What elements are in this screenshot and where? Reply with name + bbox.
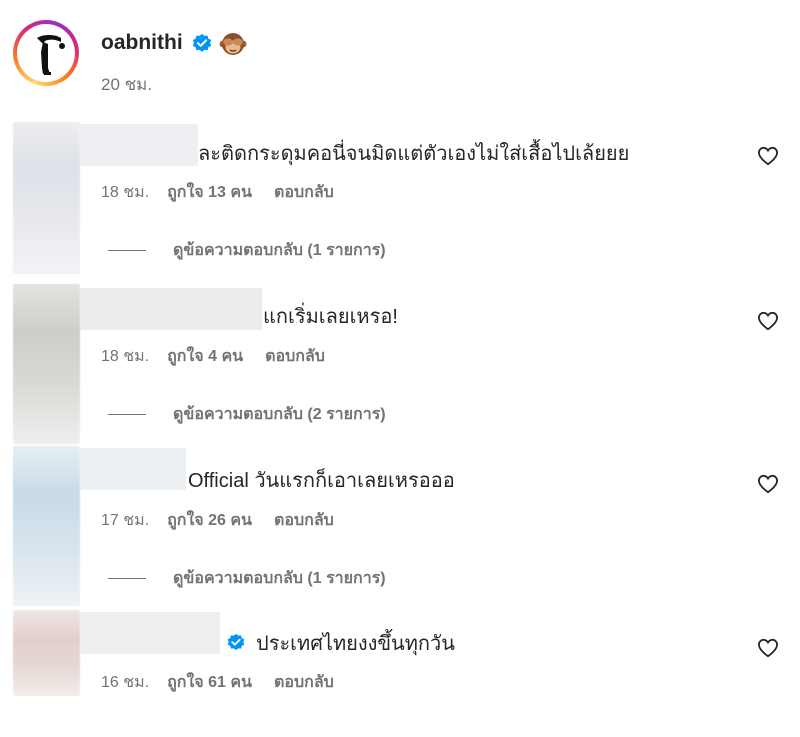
- like-heart-icon[interactable]: [757, 638, 779, 658]
- post-timestamp: 20 ชม.: [101, 75, 153, 94]
- comment-meta: 17 ชม. ถูกใจ 26 คน ตอบกลับ: [101, 508, 334, 533]
- view-replies-label: ดูข้อความตอบกลับ (1 รายการ): [173, 242, 386, 259]
- comment-meta: 18 ชม. ถูกใจ 4 คน ตอบกลับ: [101, 344, 325, 369]
- comment-likes[interactable]: ถูกใจ 61 คน: [167, 670, 252, 695]
- comment-time: 18 ชม.: [101, 348, 150, 365]
- author-username[interactable]: oabnithi: [101, 31, 183, 55]
- commenter-avatar-blurred[interactable]: [13, 122, 80, 274]
- comment-likes[interactable]: ถูกใจ 13 คน: [167, 180, 252, 205]
- post-header: oabnithi 20 ชม.: [0, 0, 800, 110]
- commenter-name-blurred[interactable]: [80, 288, 262, 330]
- like-heart-icon[interactable]: [757, 311, 779, 331]
- comment-likes[interactable]: ถูกใจ 26 คน: [167, 508, 252, 533]
- replies-divider-line: [108, 414, 146, 416]
- author-avatar[interactable]: [13, 20, 79, 86]
- commenter-avatar-blurred[interactable]: [13, 284, 80, 444]
- comment-meta: 16 ชม. ถูกใจ 61 คน ตอบกลับ: [101, 670, 334, 695]
- reply-button[interactable]: ตอบกลับ: [274, 670, 334, 695]
- comment-meta: 18 ชม. ถูกใจ 13 คน ตอบกลับ: [101, 180, 334, 205]
- comment-text: แกเริ่มเลยเหรอ!: [263, 306, 398, 328]
- bowing-figure-icon: [37, 35, 65, 75]
- see-no-evil-monkey-icon: [219, 33, 247, 55]
- reply-button[interactable]: ตอบกลับ: [265, 344, 325, 369]
- commenter-avatar-blurred[interactable]: [13, 446, 80, 606]
- comment-text: Official วันแรกก็เอาเลยเหรอออ: [188, 470, 455, 492]
- replies-divider-line: [108, 578, 146, 580]
- like-heart-icon[interactable]: [757, 146, 779, 166]
- comment-text-content: ประเทศไทยงงขึ้นทุกวัน: [256, 633, 455, 655]
- comment-text: ละติดกระดุมคอนี่จนมิดแต่ตัวเองไม่ใส่เสื้…: [198, 143, 630, 165]
- comment-text: ประเทศไทยงงขึ้นทุกวัน: [226, 627, 455, 659]
- view-replies-label: ดูข้อความตอบกลับ (1 รายการ): [173, 570, 386, 587]
- view-replies-button[interactable]: ดูข้อความตอบกลับ (1 รายการ): [108, 238, 386, 263]
- commenter-name-blurred[interactable]: [80, 448, 186, 490]
- comment-likes[interactable]: ถูกใจ 4 คน: [167, 344, 243, 369]
- comment-time: 18 ชม.: [101, 184, 150, 201]
- comment-time: 17 ชม.: [101, 512, 150, 529]
- view-replies-label: ดูข้อความตอบกลับ (2 รายการ): [173, 406, 386, 423]
- reply-button[interactable]: ตอบกลับ: [274, 508, 334, 533]
- comment-time: 16 ชม.: [101, 674, 150, 691]
- verified-badge-icon: [192, 33, 212, 52]
- view-replies-button[interactable]: ดูข้อความตอบกลับ (1 รายการ): [108, 566, 386, 591]
- commenter-name-blurred[interactable]: [80, 612, 220, 654]
- verified-badge-icon: [227, 633, 245, 651]
- commenter-name-blurred[interactable]: [80, 124, 198, 166]
- commenter-avatar-blurred[interactable]: [13, 610, 80, 696]
- view-replies-button[interactable]: ดูข้อความตอบกลับ (2 รายการ): [108, 402, 386, 427]
- reply-button[interactable]: ตอบกลับ: [274, 180, 334, 205]
- like-heart-icon[interactable]: [757, 474, 779, 494]
- replies-divider-line: [108, 250, 146, 252]
